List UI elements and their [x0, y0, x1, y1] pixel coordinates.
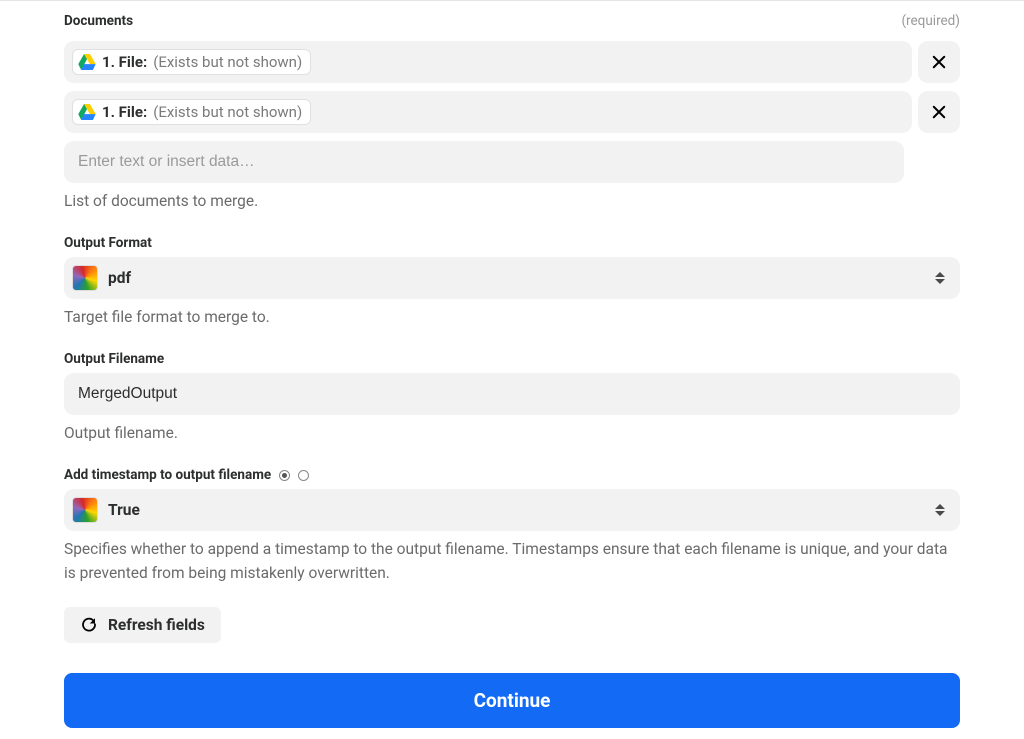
timestamp-value: True — [108, 501, 140, 519]
output-format-help: Target file format to merge to. — [64, 305, 960, 329]
file-token[interactable]: 1. File: (Exists but not shown) — [72, 49, 311, 75]
documents-item-input[interactable]: 1. File: (Exists but not shown) — [64, 41, 912, 83]
timestamp-radio-on[interactable] — [279, 470, 290, 481]
documents-text-input[interactable] — [64, 141, 904, 183]
refresh-icon — [80, 616, 98, 634]
select-sort-icon — [934, 272, 946, 284]
output-format-label: Output Format — [64, 235, 960, 251]
google-drive-icon — [78, 104, 96, 120]
output-filename-input[interactable] — [64, 373, 960, 415]
documents-required: (required) — [901, 13, 960, 29]
documents-item-input[interactable]: 1. File: (Exists but not shown) — [64, 91, 912, 133]
remove-item-button[interactable] — [918, 91, 960, 133]
file-token-label: 1. File: — [102, 53, 147, 71]
continue-button[interactable]: Continue — [64, 673, 960, 728]
select-sort-icon — [934, 504, 946, 516]
file-token-meta: (Exists but not shown) — [153, 103, 302, 121]
continue-label: Continue — [474, 689, 551, 712]
close-icon — [930, 53, 948, 71]
refresh-fields-label: Refresh fields — [108, 616, 205, 634]
config-card: Documents (required) 1. File: (Exists bu… — [16, 1, 1008, 739]
documents-label: Documents — [64, 13, 133, 29]
timestamp-label: Add timestamp to output filename — [64, 467, 271, 483]
documents-label-row: Documents (required) — [64, 13, 960, 35]
documents-item-row: 1. File: (Exists but not shown) — [64, 41, 960, 83]
timestamp-help: Specifies whether to append a timestamp … — [64, 537, 960, 585]
convertapi-icon — [72, 497, 98, 523]
timestamp-select[interactable]: True — [64, 489, 960, 531]
google-drive-icon — [78, 54, 96, 70]
output-filename-help: Output filename. — [64, 421, 960, 445]
output-format-select[interactable]: pdf — [64, 257, 960, 299]
file-token-meta: (Exists but not shown) — [153, 53, 302, 71]
file-token-label: 1. File: — [102, 103, 147, 121]
file-token[interactable]: 1. File: (Exists but not shown) — [72, 99, 311, 125]
convertapi-icon — [72, 265, 98, 291]
output-filename-label: Output Filename — [64, 351, 960, 367]
remove-item-button[interactable] — [918, 41, 960, 83]
documents-item-row: 1. File: (Exists but not shown) — [64, 91, 960, 133]
timestamp-radio-off[interactable] — [298, 470, 309, 481]
refresh-fields-button[interactable]: Refresh fields — [64, 607, 221, 643]
close-icon — [930, 103, 948, 121]
output-format-value: pdf — [108, 269, 131, 287]
timestamp-label-row: Add timestamp to output filename — [64, 467, 960, 483]
documents-help: List of documents to merge. — [64, 189, 960, 213]
